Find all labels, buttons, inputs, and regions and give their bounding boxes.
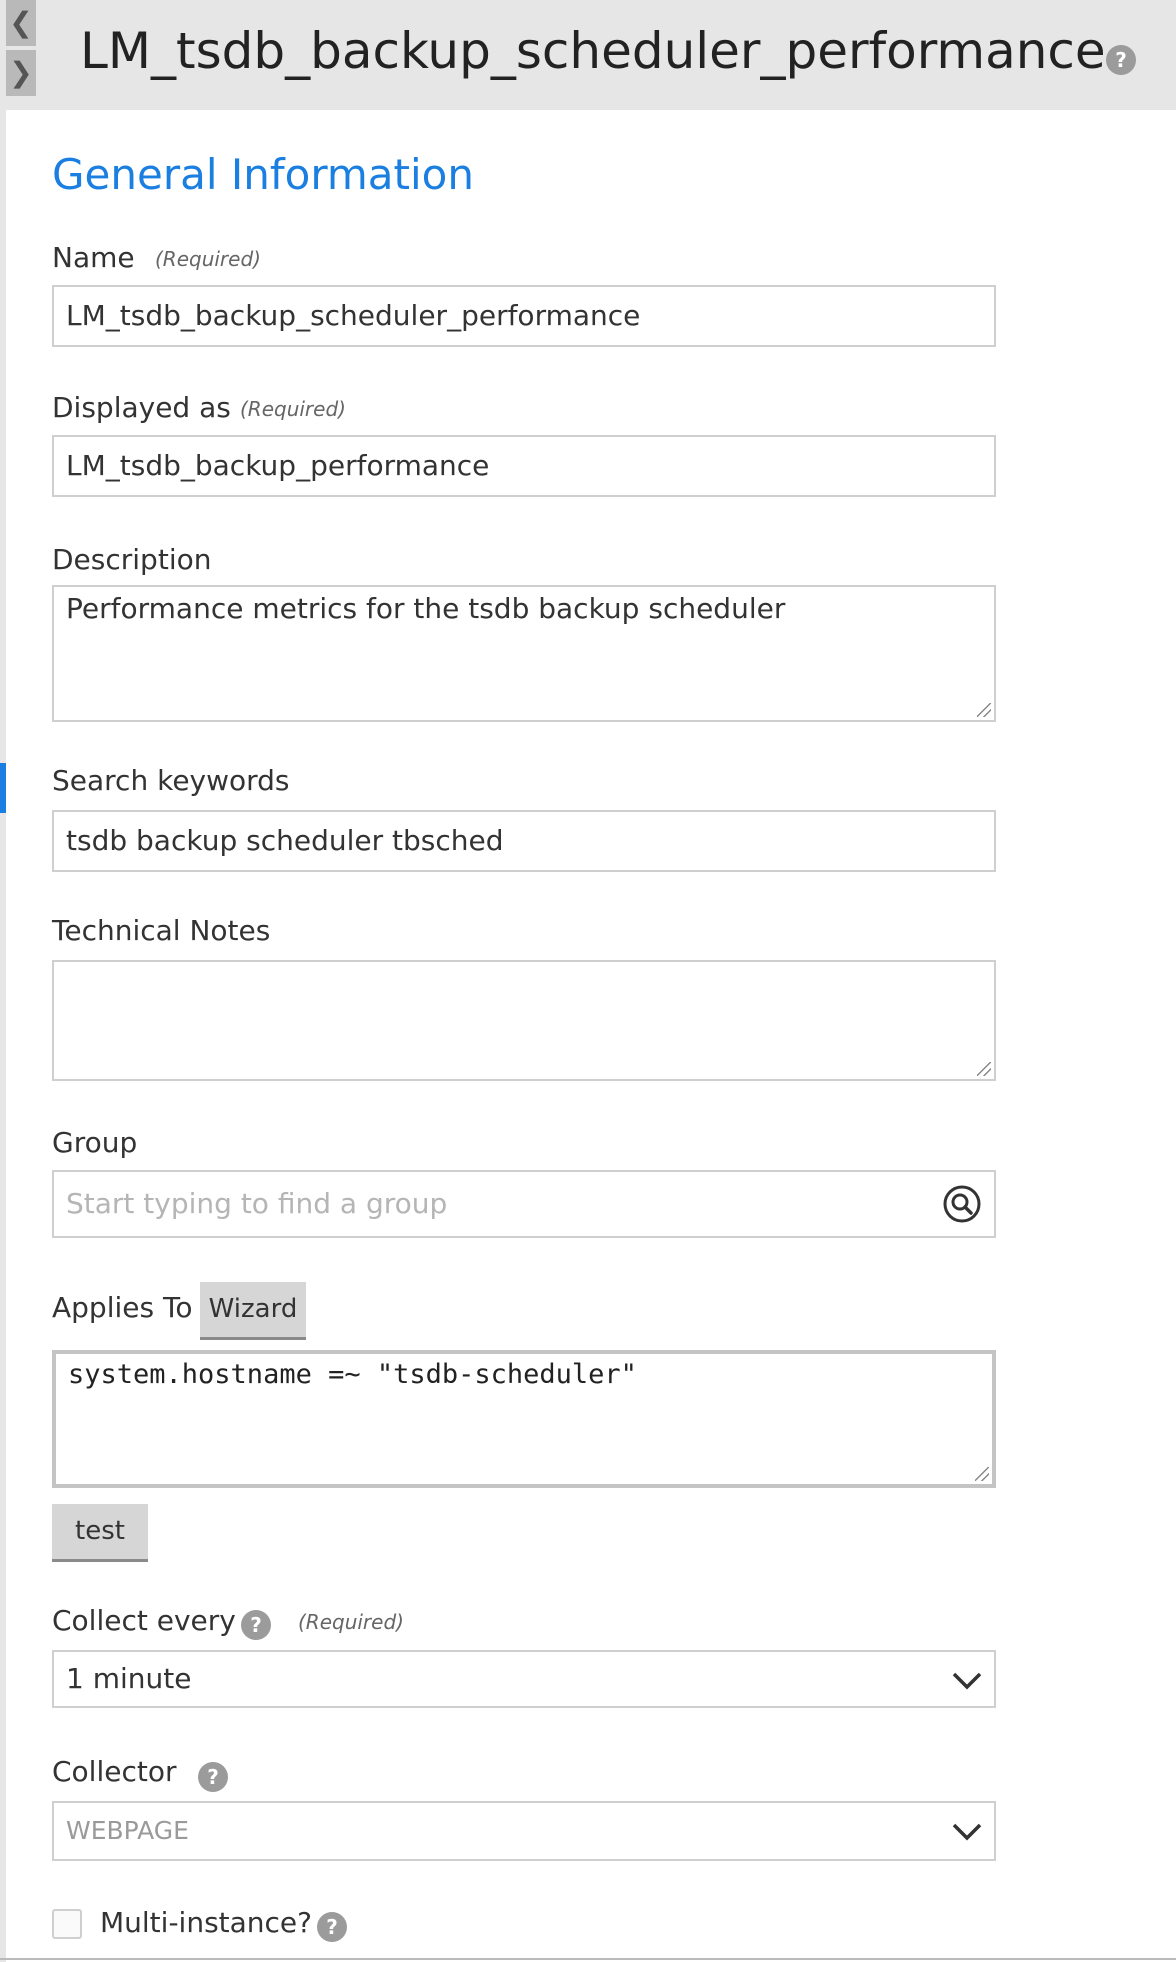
description-label: Description [52, 543, 212, 576]
group-placeholder: Start typing to find a group [66, 1187, 448, 1220]
collect-every-select[interactable]: 1 minute [52, 1650, 996, 1708]
resize-grip-icon[interactable] [975, 1467, 989, 1481]
name-input[interactable]: LM_tsdb_backup_scheduler_performance [52, 285, 996, 347]
collect-every-value: 1 minute [66, 1662, 192, 1695]
applies-to-textarea[interactable]: system.hostname =~ "tsdb-scheduler" [52, 1350, 996, 1488]
multi-instance-checkbox[interactable] [52, 1909, 82, 1939]
description-textarea[interactable]: Performance metrics for the tsdb backup … [52, 585, 996, 722]
group-label: Group [52, 1126, 138, 1159]
collect-every-required-tag: (Required) [298, 1610, 404, 1634]
resize-grip-icon[interactable] [977, 1062, 991, 1076]
multi-instance-label: Multi-instance? [100, 1906, 313, 1939]
chevron-down-icon [952, 1823, 982, 1841]
bottom-divider [0, 1958, 1176, 1960]
section-title: General Information [52, 150, 474, 199]
collector-value: WEBPAGE [66, 1816, 189, 1845]
search-keywords-label: Search keywords [52, 764, 290, 797]
expand-right-icon[interactable]: ❯ [6, 50, 36, 96]
collector-select[interactable]: WEBPAGE [52, 1801, 996, 1861]
collect-every-help-icon[interactable]: ? [241, 1610, 271, 1640]
name-label: Name [52, 241, 135, 274]
test-button[interactable]: test [52, 1504, 148, 1562]
resize-grip-icon[interactable] [977, 703, 991, 717]
multi-instance-help-icon[interactable]: ? [317, 1912, 347, 1942]
group-search-input[interactable]: Start typing to find a group [52, 1170, 996, 1238]
displayed-as-label: Displayed as [52, 391, 231, 424]
collector-help-icon[interactable]: ? [198, 1762, 228, 1792]
technical-notes-label: Technical Notes [52, 914, 271, 947]
search-keywords-input[interactable]: tsdb backup scheduler tbsched [52, 810, 996, 872]
description-text: Performance metrics for the tsdb backup … [66, 592, 786, 625]
left-rail [0, 0, 6, 1962]
search-icon[interactable] [942, 1184, 982, 1224]
chevron-down-icon [952, 1672, 982, 1690]
collector-label: Collector [52, 1755, 177, 1788]
collapse-left-icon[interactable]: ❮ [6, 0, 36, 46]
page-header: LM_tsdb_backup_scheduler_performance ? [6, 0, 1176, 110]
rail-indicator [0, 763, 6, 813]
wizard-button[interactable]: Wizard [200, 1282, 306, 1340]
displayed-as-input[interactable]: LM_tsdb_backup_performance [52, 435, 996, 497]
applies-to-label: Applies To [52, 1291, 193, 1324]
name-required-tag: (Required) [155, 247, 261, 271]
displayed-as-required-tag: (Required) [240, 397, 346, 421]
title-help-icon[interactable]: ? [1106, 45, 1136, 75]
collect-every-label: Collect every [52, 1604, 236, 1637]
applies-to-expression: system.hostname =~ "tsdb-scheduler" [68, 1359, 637, 1390]
page-title: LM_tsdb_backup_scheduler_performance [80, 22, 1106, 80]
technical-notes-textarea[interactable] [52, 960, 996, 1081]
